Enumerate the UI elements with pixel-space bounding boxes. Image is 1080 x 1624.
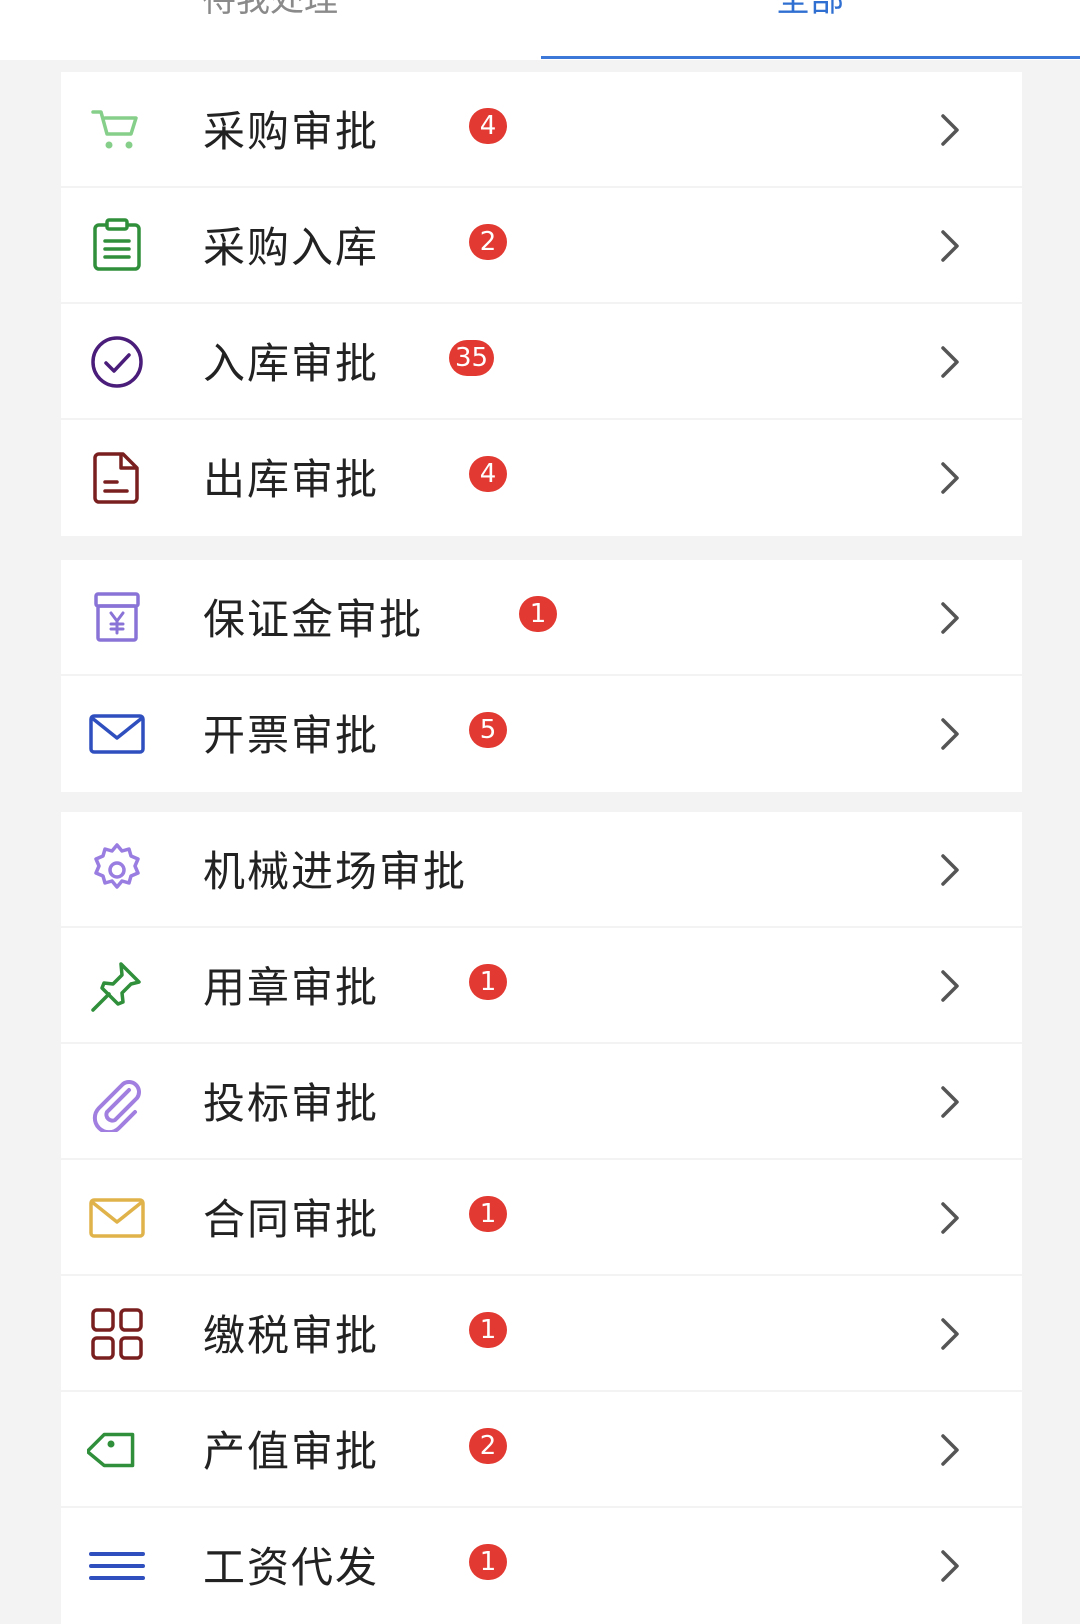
active-tab-indicator — [541, 56, 1080, 59]
chevron-right-icon — [929, 456, 969, 500]
clipboard-icon — [87, 216, 147, 276]
item-label: 出库审批 — [203, 455, 380, 504]
list-item-invoice-approval[interactable]: 开票审批 5 — [61, 676, 1022, 792]
approval-group-2: 保证金审批 1 开票审批 5 — [61, 560, 1022, 792]
document-icon — [87, 448, 147, 508]
count-badge: 5 — [469, 712, 507, 748]
grid-icon — [87, 1304, 147, 1364]
count-badge: 1 — [469, 1196, 507, 1232]
approval-group-1: 采购审批 4 采购入库 2 入库审批 35 出库审批 4 — [61, 72, 1022, 536]
list-item-output-value-approval[interactable]: 产值审批 2 — [61, 1392, 1022, 1508]
menu-icon — [87, 1536, 147, 1596]
list-item-machinery-entry-approval[interactable]: 机械进场审批 — [61, 812, 1022, 928]
item-label: 开票审批 — [203, 711, 380, 760]
yen-box-icon — [87, 588, 147, 648]
cart-icon — [87, 100, 147, 160]
count-badge: 1 — [519, 596, 557, 632]
chevron-right-icon — [929, 1312, 969, 1356]
item-label: 用章审批 — [203, 963, 380, 1012]
list-item-payroll[interactable]: 工资代发 1 — [61, 1508, 1022, 1624]
item-label: 采购审批 — [203, 107, 380, 156]
count-badge: 2 — [469, 1428, 507, 1464]
item-label: 采购入库 — [203, 223, 380, 272]
approval-group-3: 机械进场审批 用章审批 1 投标审批 合同审批 1 缴税审批 1 产值审批 2 … — [61, 812, 1022, 1624]
chevron-right-icon — [929, 712, 969, 756]
chevron-right-icon — [929, 340, 969, 384]
list-item-seal-approval[interactable]: 用章审批 1 — [61, 928, 1022, 1044]
gear-icon — [87, 840, 147, 900]
chevron-right-icon — [929, 108, 969, 152]
chevron-right-icon — [929, 1544, 969, 1588]
chevron-right-icon — [929, 224, 969, 268]
list-item-stock-out-approval[interactable]: 出库审批 4 — [61, 420, 1022, 536]
list-item-bidding-approval[interactable]: 投标审批 — [61, 1044, 1022, 1160]
tag-icon — [87, 1420, 147, 1480]
list-item-deposit-approval[interactable]: 保证金审批 1 — [61, 560, 1022, 676]
item-label: 合同审批 — [203, 1195, 380, 1244]
mail-icon — [87, 1188, 147, 1248]
chevron-right-icon — [929, 848, 969, 892]
list-item-purchase-stock-in[interactable]: 采购入库 2 — [61, 188, 1022, 304]
pin-icon — [87, 956, 147, 1016]
list-item-stock-in-approval[interactable]: 入库审批 35 — [61, 304, 1022, 420]
count-badge: 1 — [469, 964, 507, 1000]
chevron-right-icon — [929, 1080, 969, 1124]
count-badge: 35 — [449, 340, 495, 376]
item-label: 入库审批 — [203, 339, 380, 388]
count-badge: 4 — [469, 456, 507, 492]
count-badge: 4 — [469, 108, 507, 144]
chevron-right-icon — [929, 1196, 969, 1240]
count-badge: 2 — [469, 224, 507, 260]
chevron-right-icon — [929, 1428, 969, 1472]
item-label: 工资代发 — [203, 1543, 380, 1592]
count-badge: 1 — [469, 1544, 507, 1580]
list-item-tax-approval[interactable]: 缴税审批 1 — [61, 1276, 1022, 1392]
count-badge: 1 — [469, 1312, 507, 1348]
item-label: 产值审批 — [203, 1427, 380, 1476]
tab-bar: 待我处理 全部 — [0, 0, 1080, 60]
item-label: 投标审批 — [203, 1079, 380, 1128]
item-label: 机械进场审批 — [203, 847, 468, 896]
check-circle-icon — [87, 332, 147, 392]
chevron-right-icon — [929, 596, 969, 640]
item-label: 保证金审批 — [203, 595, 424, 644]
chevron-right-icon — [929, 964, 969, 1008]
list-item-purchase-approval[interactable]: 采购审批 4 — [61, 72, 1022, 188]
paperclip-icon — [87, 1072, 147, 1132]
item-label: 缴税审批 — [203, 1311, 380, 1360]
list-item-contract-approval[interactable]: 合同审批 1 — [61, 1160, 1022, 1276]
tab-all[interactable]: 全部 — [540, 0, 1080, 22]
tab-pending[interactable]: 待我处理 — [0, 0, 540, 22]
envelope-icon — [87, 704, 147, 764]
